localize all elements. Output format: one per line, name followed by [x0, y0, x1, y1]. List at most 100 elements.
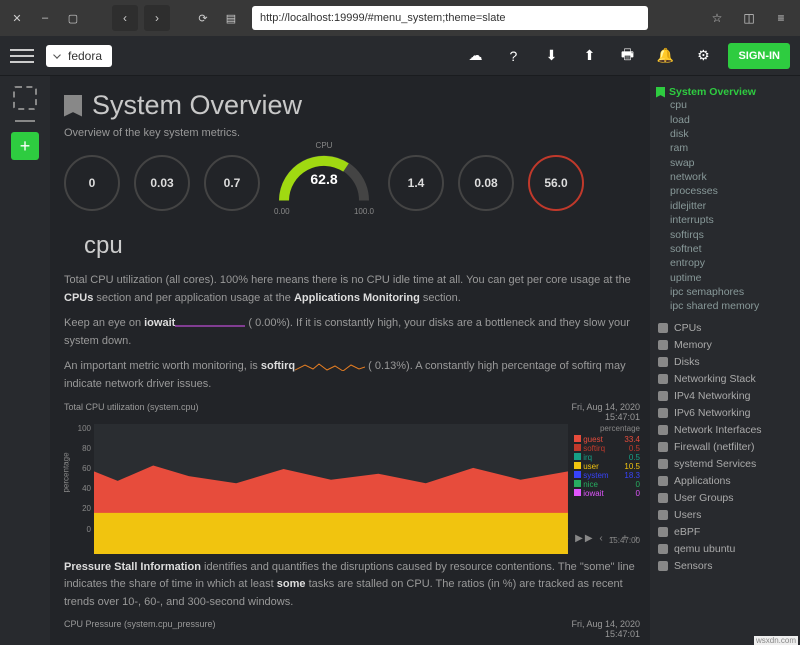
- sidebar-sub-item[interactable]: ipc semaphores: [652, 285, 792, 299]
- section-icon: [658, 527, 668, 537]
- upload-icon[interactable]: ⬆: [576, 44, 602, 68]
- sidebar-item[interactable]: User Groups: [652, 490, 792, 507]
- sidebar-sub-item[interactable]: load: [652, 112, 792, 126]
- sidebar-item[interactable]: Applications: [652, 473, 792, 490]
- sidebar-sub-item[interactable]: entropy: [652, 256, 792, 270]
- gauge-row: 0 0.03 0.7 CPU 62.8 0.00100.0 1.4 0.08 5…: [64, 149, 640, 216]
- gauge[interactable]: 0: [64, 155, 120, 211]
- download-icon[interactable]: ⬇: [538, 44, 564, 68]
- sidebar-item[interactable]: IPv4 Networking: [652, 388, 792, 405]
- section-icon: [658, 408, 668, 418]
- print-icon[interactable]: 🖶: [614, 44, 640, 68]
- cpu-gauge[interactable]: CPU 62.8 0.00100.0: [274, 149, 374, 216]
- cpu-desc-1: Total CPU utilization (all cores). 100% …: [64, 272, 640, 307]
- sidebar-sub-item[interactable]: uptime: [652, 271, 792, 285]
- legend-item[interactable]: guest33.4: [574, 435, 640, 444]
- sidebar-sub-item[interactable]: ipc shared memory: [652, 299, 792, 313]
- section-icon: [658, 510, 668, 520]
- sidebar-item[interactable]: CPUs: [652, 320, 792, 337]
- legend-item[interactable]: irq0.5: [574, 453, 640, 462]
- legend-item[interactable]: nice0: [574, 480, 640, 489]
- reader-button[interactable]: ▤: [220, 7, 242, 29]
- cloud-icon[interactable]: ☁: [462, 44, 488, 68]
- gauge[interactable]: 0.03: [134, 155, 190, 211]
- nav-forward-button[interactable]: ›: [144, 5, 170, 31]
- sparkline-icon: [175, 319, 245, 328]
- hamburger-icon[interactable]: [10, 44, 34, 68]
- sidebar-sub-item[interactable]: network: [652, 170, 792, 184]
- sidebar-sub-item[interactable]: processes: [652, 184, 792, 198]
- sidebar-item[interactable]: Networking Stack: [652, 371, 792, 388]
- gauge[interactable]: 0.7: [204, 155, 260, 211]
- url-bar[interactable]: http://localhost:19999/#menu_system;them…: [252, 6, 648, 30]
- signin-button[interactable]: SIGN-IN: [728, 43, 790, 69]
- section-header: cpu: [84, 232, 640, 260]
- chart-legend: percentage guest33.4 softirq0.5 irq0.5 u…: [568, 424, 640, 534]
- cpu-desc-2: Keep an eye on iowait ( 0.00%). If it is…: [64, 315, 640, 350]
- sidebar-item[interactable]: IPv6 Networking: [652, 405, 792, 422]
- sidebar-sub-item[interactable]: ram: [652, 141, 792, 155]
- sidebar-sub-item[interactable]: interrupts: [652, 213, 792, 227]
- download-icon[interactable]: ◫: [736, 5, 762, 31]
- sidebar-item[interactable]: qemu ubuntu: [652, 541, 792, 558]
- watermark: wsxdn.com: [754, 636, 798, 645]
- gauge[interactable]: 56.0: [528, 155, 584, 211]
- sidebar-sub-item[interactable]: softirqs: [652, 227, 792, 241]
- sidebar-item[interactable]: Network Interfaces: [652, 422, 792, 439]
- window-close-button[interactable]: ✕: [6, 7, 28, 29]
- nav-back-button[interactable]: ‹: [112, 5, 138, 31]
- bookmark-star-icon[interactable]: ☆: [704, 5, 730, 31]
- gauge[interactable]: 1.4: [388, 155, 444, 211]
- chart-title: CPU Pressure (system.cpu_pressure): [64, 619, 216, 639]
- chart-title: Total CPU utilization (system.cpu): [64, 402, 199, 422]
- right-sidebar: System Overview cpuloaddiskramswapnetwor…: [650, 76, 800, 645]
- chart-y-axis: percentage 100806040200: [64, 424, 94, 534]
- sidebar-item[interactable]: Memory: [652, 337, 792, 354]
- section-icon: [658, 544, 668, 554]
- sidebar-sub-item[interactable]: cpu: [652, 98, 792, 112]
- section-icon: [658, 391, 668, 401]
- sidebar-item[interactable]: Firewall (netfilter): [652, 439, 792, 456]
- legend-item[interactable]: user10.5: [574, 462, 640, 471]
- chart2-header: CPU Pressure (system.cpu_pressure) Fri, …: [64, 619, 640, 639]
- sidebar-item[interactable]: systemd Services: [652, 456, 792, 473]
- sidebar-item[interactable]: eBPF: [652, 524, 792, 541]
- legend-item[interactable]: system18.3: [574, 471, 640, 480]
- sidebar-item[interactable]: Sensors: [652, 558, 792, 575]
- cpu-chart[interactable]: percentage 100806040200 percentage guest…: [64, 424, 640, 534]
- sidebar-sub-item[interactable]: swap: [652, 156, 792, 170]
- bookmark-icon: [656, 87, 665, 98]
- chart-header: Total CPU utilization (system.cpu) Fri, …: [64, 402, 640, 422]
- selection-tool-icon[interactable]: [13, 86, 37, 110]
- host-label: fedora: [68, 49, 102, 63]
- legend-item[interactable]: iowait0: [574, 489, 640, 498]
- legend-item[interactable]: softirq0.5: [574, 444, 640, 453]
- chart-plot-area[interactable]: [94, 424, 568, 534]
- menu-icon[interactable]: ≡: [768, 5, 794, 31]
- sidebar-item[interactable]: Users: [652, 507, 792, 524]
- section-icon: [658, 323, 668, 333]
- sidebar-sub-item[interactable]: softnet: [652, 242, 792, 256]
- window-minimize-button[interactable]: –: [34, 7, 56, 29]
- page-title-row: System Overview: [64, 90, 640, 121]
- add-button[interactable]: +: [11, 132, 39, 160]
- gauge[interactable]: 0.08: [458, 155, 514, 211]
- chevron-down-icon: [53, 51, 61, 59]
- host-selector[interactable]: fedora: [46, 45, 112, 67]
- section-icon: [658, 357, 668, 367]
- window-maximize-button[interactable]: ▢: [62, 7, 84, 29]
- sidebar-system-overview[interactable]: System Overview: [652, 86, 792, 98]
- help-icon[interactable]: ?: [500, 44, 526, 68]
- section-icon: [658, 493, 668, 503]
- app-topbar: fedora ☁ ? ⬇ ⬆ 🖶 🔔 ⚙ SIGN-IN: [0, 36, 800, 76]
- reload-button[interactable]: ⟳: [192, 7, 214, 29]
- gear-icon[interactable]: ⚙: [690, 44, 716, 68]
- section-icon: [658, 374, 668, 384]
- left-rail: +: [0, 76, 50, 645]
- gauge-value: 62.8: [274, 171, 374, 187]
- sidebar-sub-item[interactable]: idlejitter: [652, 199, 792, 213]
- y-axis-label: percentage: [62, 452, 71, 492]
- sidebar-item[interactable]: Disks: [652, 354, 792, 371]
- sidebar-sub-item[interactable]: disk: [652, 127, 792, 141]
- bell-icon[interactable]: 🔔: [652, 44, 678, 68]
